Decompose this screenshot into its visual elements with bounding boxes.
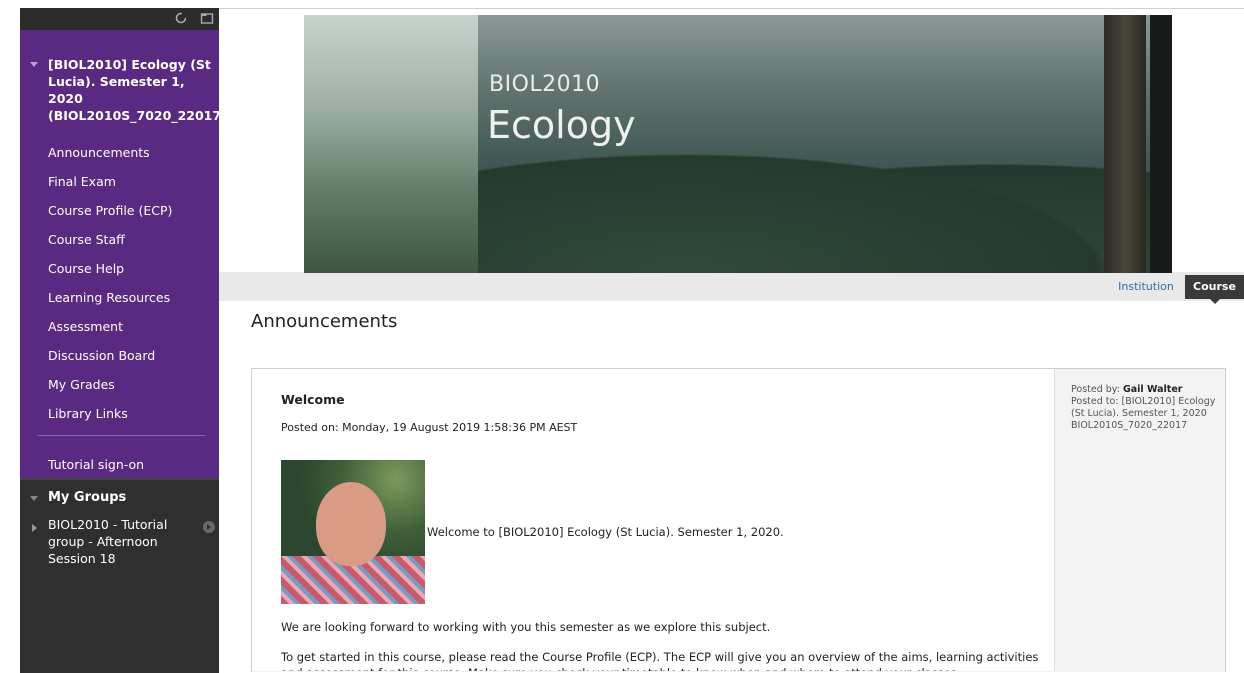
announcement-paragraph-2: To get started in this course, please re… — [281, 650, 1039, 671]
posted-by-label: Posted by: — [1071, 384, 1120, 395]
collapse-triangle-icon[interactable] — [30, 496, 38, 501]
banner-mist-image — [304, 15, 478, 273]
my-groups-panel: My Groups BIOL2010 - Tutorial group - Af… — [20, 478, 219, 673]
posted-by: Posted by: Gail Walter — [1071, 384, 1216, 396]
menu-divider — [37, 435, 205, 436]
sidebar-item-discussion-board[interactable]: Discussion Board — [20, 341, 219, 370]
sidebar-item-announcements[interactable]: Announcements — [20, 138, 219, 167]
sidebar-toolbar — [20, 8, 219, 30]
banner-tree-shadow — [1150, 15, 1172, 273]
announcement-meta: Posted by: Gail Walter Posted to: [BIOL2… — [1071, 384, 1216, 432]
banner-course-code: BIOL2010 — [489, 72, 601, 97]
my-groups-title[interactable]: My Groups — [48, 490, 126, 505]
posted-by-name: Gail Walter — [1122, 384, 1183, 395]
sidebar-item-assessment[interactable]: Assessment — [20, 312, 219, 341]
page-title: Announcements — [251, 311, 398, 332]
expand-triangle-icon[interactable] — [32, 524, 37, 532]
go-arrow-icon[interactable] — [203, 521, 215, 533]
announcement-posted-on: Posted on: Monday, 19 August 2019 1:58:3… — [281, 421, 578, 434]
sidebar-item-final-exam[interactable]: Final Exam — [20, 167, 219, 196]
sidebar-item-my-grades[interactable]: My Grades — [20, 370, 219, 399]
announcement-title: Welcome — [281, 392, 345, 407]
sidebar-item-course-staff[interactable]: Course Staff — [20, 225, 219, 254]
tab-course[interactable]: Course — [1185, 275, 1244, 304]
banner-course-name: Ecology — [487, 103, 636, 147]
announcement-paragraph-1: We are looking forward to working with y… — [281, 620, 771, 634]
tab-institution[interactable]: Institution — [1110, 275, 1182, 299]
course-menu: [BIOL2010] Ecology (St Lucia). Semester … — [20, 30, 227, 492]
course-menu-list: Announcements Final Exam Course Profile … — [20, 138, 219, 428]
banner-tree-trunk — [1104, 15, 1146, 273]
course-sidebar: [BIOL2010] Ecology (St Lucia). Semester … — [20, 8, 227, 673]
group-link[interactable]: BIOL2010 - Tutorial group - Afternoon Se… — [48, 516, 198, 567]
collapse-triangle-icon[interactable] — [30, 62, 38, 67]
sidebar-item-course-profile[interactable]: Course Profile (ECP) — [20, 196, 219, 225]
course-title[interactable]: [BIOL2010] Ecology (St Lucia). Semester … — [48, 56, 227, 124]
sidebar-item-learning-resources[interactable]: Learning Resources — [20, 283, 219, 312]
refresh-icon[interactable] — [174, 11, 188, 25]
course-heading[interactable]: [BIOL2010] Ecology (St Lucia). Semester … — [20, 56, 227, 124]
banner-canopy — [478, 135, 1172, 273]
folder-icon[interactable] — [200, 11, 214, 25]
banner-strip — [219, 272, 1244, 301]
sidebar-item-tutorial-sign-on[interactable]: Tutorial sign-on — [20, 450, 247, 480]
top-divider — [219, 8, 1244, 9]
sidebar-item-course-help[interactable]: Course Help — [20, 254, 219, 283]
photo-face — [316, 482, 386, 566]
author-photo — [281, 460, 425, 604]
posted-to: Posted to: [BIOL2010] Ecology (St Lucia)… — [1071, 396, 1216, 431]
announcement-card: Welcome Posted on: Monday, 19 August 201… — [252, 369, 1055, 671]
sidebar-item-library-links[interactable]: Library Links — [20, 399, 219, 428]
course-banner: BIOL2010 Ecology — [304, 15, 1172, 273]
announcement-welcome-line: Welcome to [BIOL2010] Ecology (St Lucia)… — [427, 525, 784, 539]
